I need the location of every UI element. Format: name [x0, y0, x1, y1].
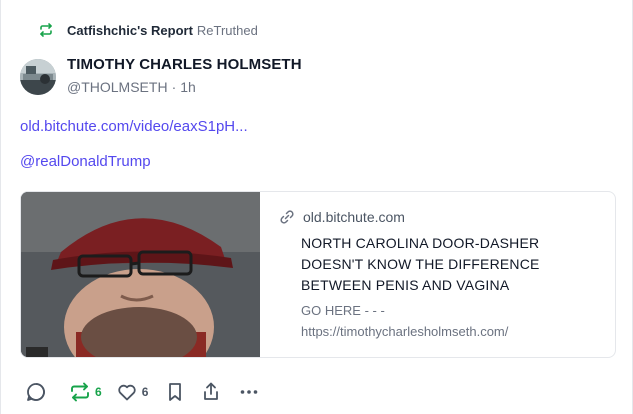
link-preview-description: GO HERE - - - https://timothycharlesholm… [301, 300, 601, 342]
retruth-count: 6 [95, 385, 102, 399]
link-preview-title: NORTH CAROLINA DOOR-DASHER DOESN'T KNOW … [301, 235, 540, 293]
retruth-button[interactable]: 6 [69, 380, 102, 404]
bookmark-button[interactable] [164, 380, 186, 404]
retruth-action-icon [71, 382, 89, 402]
retruth-user-link[interactable]: Catfishchic's Report [67, 23, 193, 38]
heart-icon [118, 384, 136, 401]
retruth-banner: Catfishchic's Report ReTruthed [38, 21, 258, 39]
more-icon [241, 390, 258, 394]
mention-link[interactable]: @realDonaldTrump [20, 153, 151, 170]
link-preview-domain: old.bitchute.com [279, 209, 405, 225]
like-count: 6 [141, 385, 149, 399]
reply-icon [27, 383, 45, 401]
retruth-icon [38, 22, 54, 38]
retruth-verb: ReTruthed [196, 22, 258, 38]
link-preview-domain-text: old.bitchute.com [303, 209, 405, 225]
post-timestamp[interactable]: 1h [180, 79, 196, 95]
avatar[interactable] [20, 59, 56, 95]
post-link[interactable]: old.bitchute.com/video/eaxS1pH... [20, 118, 248, 135]
author-name[interactable]: TIMOTHY CHARLES HOLMSETH [67, 56, 302, 73]
link-preview-description-line: GO HERE - - - [301, 303, 385, 318]
bookmark-icon [169, 383, 182, 401]
share-icon [204, 382, 219, 400]
meta-separator: · [171, 79, 177, 95]
link-preview-image [21, 192, 260, 357]
more-options-button[interactable] [238, 380, 260, 404]
link-preview-card[interactable]: old.bitchute.com NORTH CAROLINA DOOR-DAS… [20, 191, 616, 358]
post-actions: 6 6 [25, 380, 260, 404]
share-button[interactable] [200, 380, 222, 404]
post: Catfishchic's Report ReTruthed TIMOTHY C… [0, 0, 633, 414]
reply-button[interactable] [25, 380, 47, 404]
author-handle[interactable]: @THOLMSETH [67, 79, 168, 95]
link-preview-description-line: https://timothycharlesholmseth.com/ [301, 324, 509, 339]
author-meta: @THOLMSETH · 1h [67, 79, 196, 95]
like-button[interactable]: 6 [116, 380, 149, 404]
link-icon [279, 209, 295, 225]
